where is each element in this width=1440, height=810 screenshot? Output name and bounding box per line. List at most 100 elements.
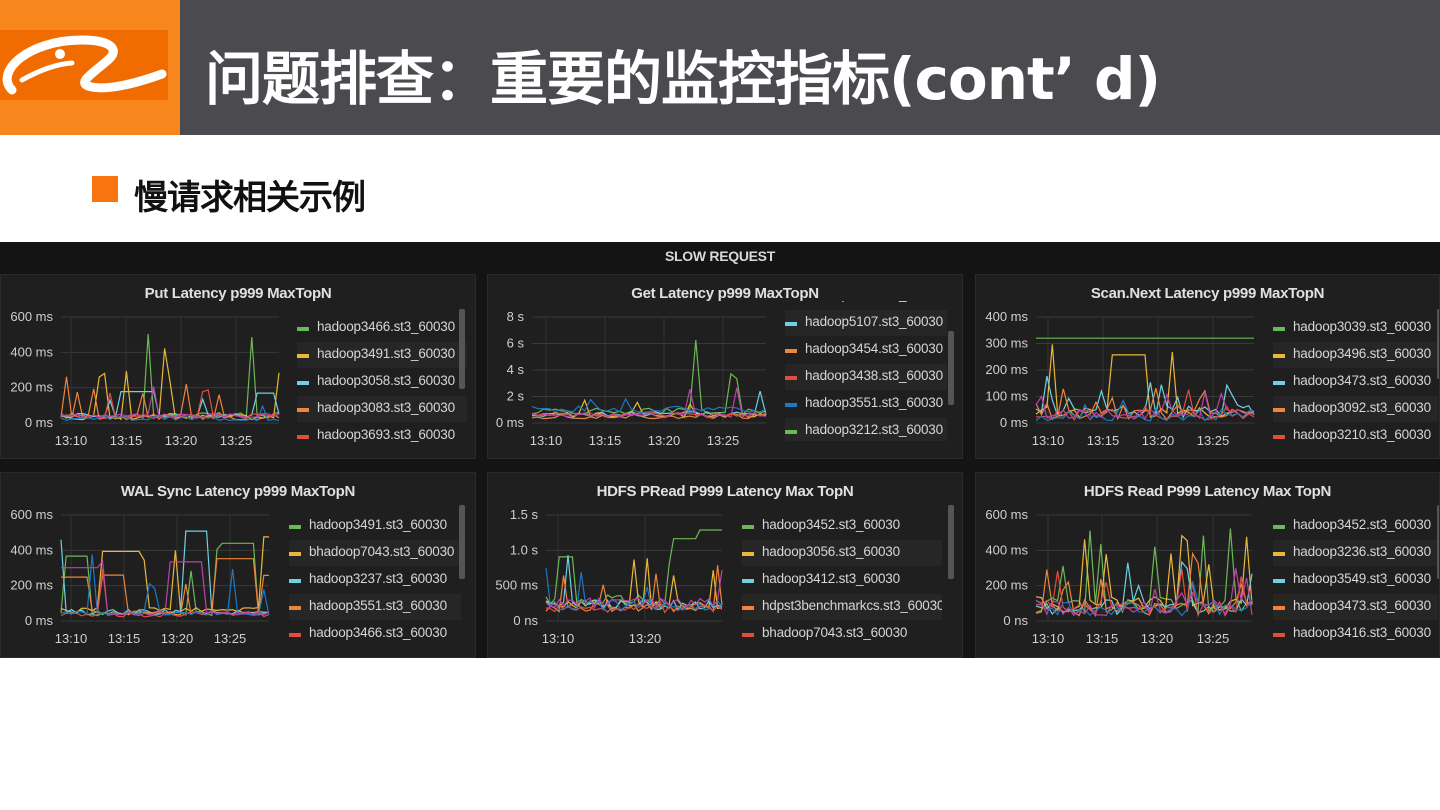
legend-item[interactable]: hadoop3039.st3_60030 (1273, 315, 1438, 341)
legend-label: hadoop3496.st3_60030 (1293, 346, 1431, 361)
y-tick-label: 400 ms (10, 542, 53, 557)
series-line (531, 397, 767, 414)
legend-item[interactable]: hadoop3210.st3_60030 (1273, 423, 1438, 449)
legend-item[interactable]: hdpst3benchmarkcs.st3_60030 (742, 594, 942, 620)
graph-panel[interactable]: Get Latency p999 MaxTopN 8 s6 s4 s2 s0 ms… (487, 274, 963, 459)
graph-legend[interactable]: hadoop3466.st3_60030 hadoop3491.st3_60030… (297, 315, 467, 451)
legend-item[interactable]: hadoop3056.st3_60030 (742, 540, 942, 566)
legend-label: hadoop3412.st3_60030 (762, 571, 900, 586)
legend-label: hadoop3416.st3_60030 (1293, 625, 1431, 640)
legend-item[interactable]: hadoop3551.st3_60030 (785, 391, 947, 417)
alibaba-logo-icon (0, 30, 168, 100)
legend-swatch-icon (297, 435, 309, 439)
legend-item[interactable]: hadoop3454.st3_60030 (785, 337, 947, 363)
legend-label: hadoop3466.st3_60030 (317, 319, 455, 334)
dashboard-row-title[interactable]: SLOW REQUEST (0, 242, 1440, 270)
legend-swatch-icon (1273, 606, 1285, 610)
y-tick-label: 200 ms (985, 578, 1028, 593)
legend-swatch-icon (785, 430, 797, 434)
legend-swatch-icon (289, 525, 301, 529)
legend-label: hadoop3236.st3_60030 (1293, 544, 1431, 559)
x-tick-label: 13:20 (1141, 631, 1174, 646)
legend-label: hadoop3438.st3_60030 (805, 368, 943, 383)
legend-item[interactable]: bhadoop7043.st3_60030 (742, 621, 942, 647)
legend-item[interactable]: hadoop3237.st3_60030 (289, 567, 461, 593)
legend-label: hadoop5107.st3_60030 (805, 314, 943, 329)
y-tick-label: 100 ms (985, 389, 1028, 404)
legend-item[interactable]: bhadoop7043.st3_60030 (289, 540, 461, 566)
legend-label: hadoop3549.st3_60030 (1293, 571, 1431, 586)
legend-swatch-icon (785, 322, 797, 326)
x-tick-label: 13:25 (707, 433, 740, 448)
legend-scrollbar[interactable] (459, 505, 465, 579)
legend-item[interactable]: hadoop3549.st3_60030 (1273, 567, 1438, 593)
legend-label: hadoop3454.st3_60030 (805, 341, 943, 356)
graph-legend[interactable]: hadoop3452.st3_60030 hadoop3056.st3_60030… (742, 513, 942, 649)
y-tick-label: 0 ms (25, 415, 54, 430)
x-tick-label: 13:25 (1197, 433, 1230, 448)
legend-item[interactable]: hadoop3452.st3_60030 (1273, 513, 1438, 539)
legend-item[interactable]: hadoop3058.st3_60030 (297, 369, 467, 395)
legend-item[interactable]: hadoop3438.st3_60030 (785, 364, 947, 390)
legend-label: hadoop3551.st3_60030 (805, 395, 943, 410)
y-tick-label: 0 ms (1000, 415, 1029, 430)
legend-swatch-icon (297, 327, 309, 331)
legend-scrollbar[interactable] (948, 331, 954, 405)
legend-item[interactable]: hadoop3473.st3_60030 (1273, 369, 1438, 395)
legend-item[interactable]: hadoop3473.st3_60030 (1273, 594, 1438, 620)
legend-label: bhadoop7043.st3_60030 (309, 544, 455, 559)
legend-label: hadoop3452.st3_60030 (1293, 517, 1431, 532)
legend-swatch-icon (297, 354, 309, 358)
x-tick-label: 13:25 (1197, 631, 1230, 646)
legend-item[interactable]: hadoop3466.st3_60030 (297, 315, 467, 341)
legend-item[interactable]: hadoop3466.st3_60030 (289, 621, 461, 647)
legend-swatch-icon (742, 633, 754, 637)
legend-item[interactable]: hadoop3546.st3_60030 (785, 301, 947, 309)
legend-item[interactable]: hadoop3083.st3_60030 (297, 396, 467, 422)
legend-label: hadoop3056.st3_60030 (762, 544, 900, 559)
graph-legend[interactable]: hadoop3039.st3_60030 hadoop3496.st3_60030… (1273, 315, 1438, 451)
legend-label: hadoop3551.st3_60030 (309, 598, 447, 613)
graph-legend[interactable]: hadoop3452.st3_60030 hadoop3236.st3_60030… (1273, 513, 1438, 649)
graph-panel[interactable]: Scan.Next Latency p999 MaxTopN 400 ms 300 … (975, 274, 1440, 459)
x-tick-label: 13:15 (108, 631, 141, 646)
legend-swatch-icon (289, 552, 301, 556)
legend-item[interactable]: hadoop3212.st3_60030 (785, 418, 947, 441)
legend-label: hadoop3210.st3_60030 (1293, 427, 1431, 442)
series-line (60, 334, 280, 420)
graph-panel[interactable]: HDFS Read P999 Latency Max TopN 600 ms 400… (975, 472, 1440, 658)
legend-item[interactable]: hadoop3551.st3_60030 (289, 594, 461, 620)
x-tick-label: 13:15 (589, 433, 622, 448)
y-tick-label: 6 s (507, 336, 525, 351)
graph-legend[interactable]: hadoop3491.st3_60030 bhadoop7043.st3_6003… (289, 513, 461, 649)
graph-panel[interactable]: HDFS PRead P999 Latency Max TopN 1.5 s 1.0… (487, 472, 963, 658)
legend-item[interactable]: hadoop5107.st3_60030 (785, 310, 947, 336)
legend-label: hadoop3491.st3_60030 (317, 346, 455, 361)
legend-label: hadoop3491.st3_60030 (309, 517, 447, 532)
x-tick-label: 13:15 (110, 433, 143, 448)
legend-swatch-icon (1273, 552, 1285, 556)
legend-scrollbar[interactable] (459, 309, 465, 389)
legend-label: bhadoop7043.st3_60030 (762, 625, 908, 640)
legend-item[interactable]: hadoop3491.st3_60030 (297, 342, 467, 368)
legend-item[interactable]: hadoop3452.st3_60030 (742, 513, 942, 539)
legend-scrollbar[interactable] (948, 505, 954, 579)
legend-item[interactable]: hadoop3496.st3_60030 (1273, 342, 1438, 368)
legend-item[interactable]: hadoop3416.st3_60030 (1273, 621, 1438, 647)
legend-item[interactable]: hadoop3491.st3_60030 (289, 513, 461, 539)
graph-legend[interactable]: hadoop3546.st3_60030 hadoop5107.st3_60030… (785, 301, 947, 441)
graph-panel[interactable]: Put Latency p999 MaxTopN 600 ms 400 ms 200 … (0, 274, 476, 459)
legend-item[interactable]: hadoop3412.st3_60030 (742, 567, 942, 593)
series-line (60, 536, 269, 613)
x-tick-label: 13:20 (161, 631, 194, 646)
legend-swatch-icon (1273, 579, 1285, 583)
graph-panel[interactable]: WAL Sync Latency p999 MaxTopN 600 ms 400 m… (0, 472, 476, 658)
legend-item[interactable]: hadoop3693.st3_60030 (297, 423, 467, 449)
legend-swatch-icon (742, 606, 754, 610)
legend-swatch-icon (742, 552, 754, 556)
y-tick-label: 0 ns (1003, 613, 1028, 628)
legend-item[interactable]: hadoop3236.st3_60030 (1273, 540, 1438, 566)
y-tick-label: 0 ms (496, 415, 525, 430)
x-tick-label: 13:10 (1032, 631, 1065, 646)
legend-item[interactable]: hadoop3092.st3_60030 (1273, 396, 1438, 422)
